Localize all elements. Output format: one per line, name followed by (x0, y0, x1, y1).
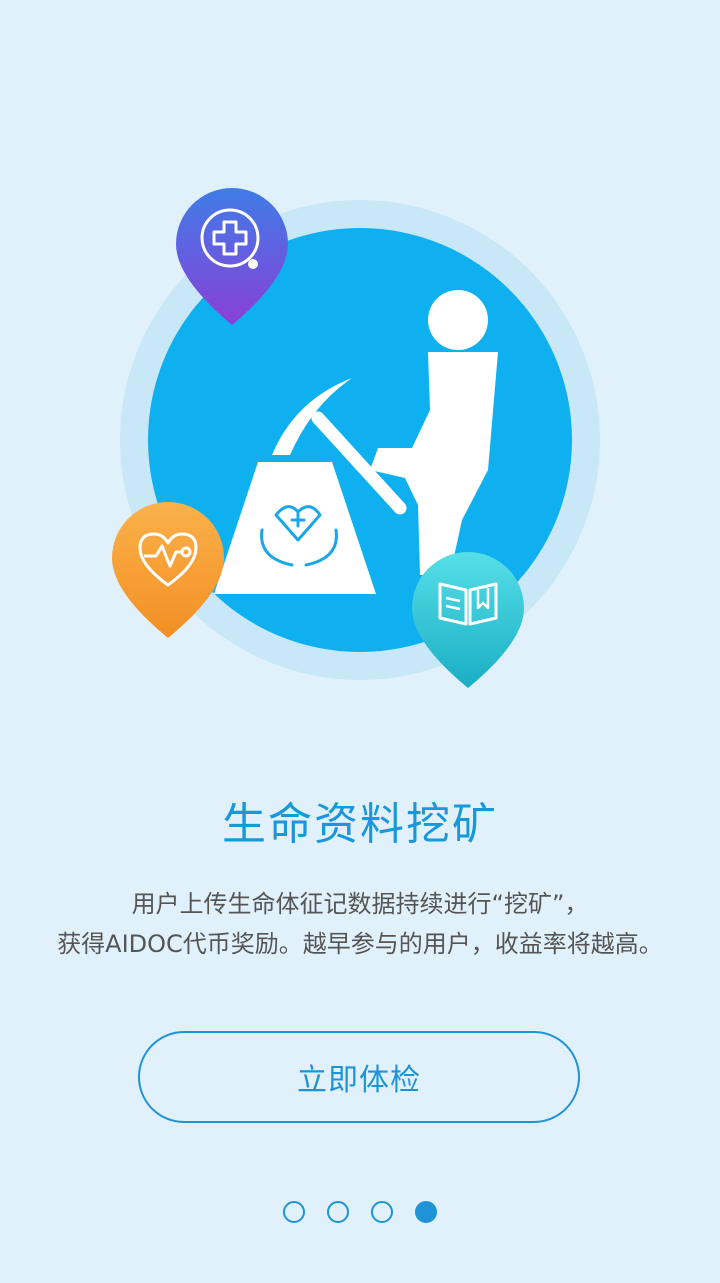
page-dot-2[interactable] (327, 1201, 349, 1223)
page-dot-4[interactable] (415, 1201, 437, 1223)
description: 用户上传生命体征记数据持续进行“挖矿”， 获得AIDOC代币奖励。越早参与的用户… (0, 884, 720, 964)
onboarding-screen: 生命资料挖矿 用户上传生命体征记数据持续进行“挖矿”， 获得AIDOC代币奖励。… (0, 0, 720, 1283)
mining-illustration (112, 188, 600, 688)
start-checkup-button[interactable]: 立即体检 (138, 1031, 580, 1123)
page-indicator (0, 1201, 720, 1223)
page-dot-1[interactable] (283, 1201, 305, 1223)
page-dot-3[interactable] (371, 1201, 393, 1223)
page-title: 生命资料挖矿 (222, 799, 498, 850)
description-line-2: 获得AIDOC代币奖励。越早参与的用户，收益率将越高。 (57, 930, 663, 958)
description-line-1: 用户上传生命体征记数据持续进行“挖矿”， (131, 890, 589, 918)
